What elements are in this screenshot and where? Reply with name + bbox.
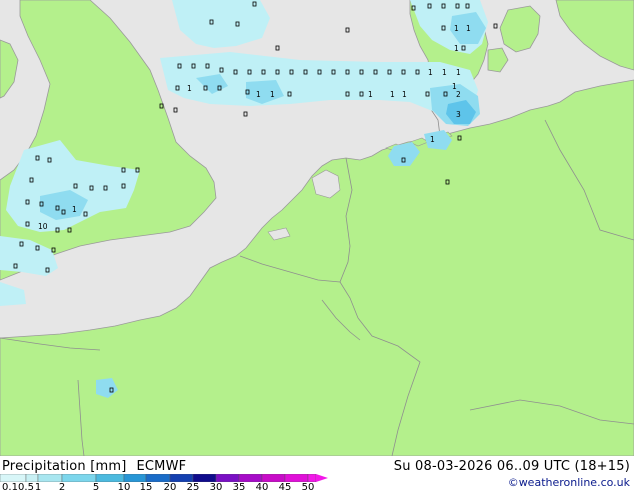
- value-label: 1: [256, 90, 261, 99]
- value-label: 1: [402, 90, 407, 99]
- legend-swatch: [238, 474, 263, 482]
- product-title: Precipitation [mm] ECMWF: [2, 459, 196, 474]
- value-label: 1: [454, 44, 459, 53]
- legend-swatch: [95, 474, 125, 482]
- legend-overflow-arrow: [316, 474, 328, 482]
- legend-swatch: [61, 474, 97, 482]
- value-label: 2: [456, 90, 461, 99]
- legend-tick-label: 1: [34, 482, 42, 493]
- valid-time: Su 08-03-2026 06..09 UTC (18+15): [393, 459, 630, 474]
- value-label: 1: [442, 68, 447, 77]
- value-label: 1: [270, 90, 275, 99]
- legend-tick-label: 25: [186, 482, 200, 493]
- legend-tick-label: 5: [92, 482, 100, 493]
- value-label: 1: [456, 68, 461, 77]
- product-name: Precipitation [mm]: [2, 459, 127, 474]
- legend-tick-label: 40: [255, 482, 269, 493]
- legend-tick-label: 20: [163, 482, 177, 493]
- legend-tick-label: 0.1: [2, 482, 18, 493]
- color-scale-legend: [0, 474, 328, 482]
- legend-swatch: [284, 474, 309, 482]
- legend-swatch: [25, 474, 39, 482]
- value-label: 1: [368, 90, 373, 99]
- legend-swatch: [145, 474, 171, 482]
- value-label: 1: [390, 90, 395, 99]
- value-label: 1: [187, 84, 192, 93]
- value-label: 1: [428, 68, 433, 77]
- legend-tick-label: 50: [301, 482, 315, 493]
- value-label: 3: [456, 110, 461, 119]
- legend-tick-label: 2: [58, 482, 66, 493]
- legend-swatch: [307, 474, 317, 482]
- legend-tick-label: 10: [117, 482, 131, 493]
- legend-swatch: [215, 474, 240, 482]
- precipitation-map: 1 1 1 1 1 1 1 1 1 1 1 1 1 1 10 3 2 1: [0, 0, 634, 456]
- legend-swatch: [169, 474, 194, 482]
- legend-swatch: [0, 474, 27, 482]
- value-label: 1: [466, 24, 471, 33]
- value-label: 1: [72, 205, 77, 214]
- legend-swatch: [123, 474, 147, 482]
- legend-swatch: [192, 474, 217, 482]
- legend-tick-label: 15: [139, 482, 153, 493]
- legend-tick-label: 0.5: [18, 482, 34, 493]
- value-label: 1: [430, 135, 435, 144]
- value-label: 1: [454, 24, 459, 33]
- value-label: 10: [38, 222, 48, 231]
- legend-swatch: [37, 474, 63, 482]
- legend-tick-label: 35: [232, 482, 246, 493]
- legend-swatch: [261, 474, 286, 482]
- legend-tick-label: 30: [209, 482, 223, 493]
- model-name: ECMWF: [136, 459, 187, 474]
- legend-tick-label: 45: [278, 482, 292, 493]
- site-credit[interactable]: ©weatheronline.co.uk: [508, 476, 630, 489]
